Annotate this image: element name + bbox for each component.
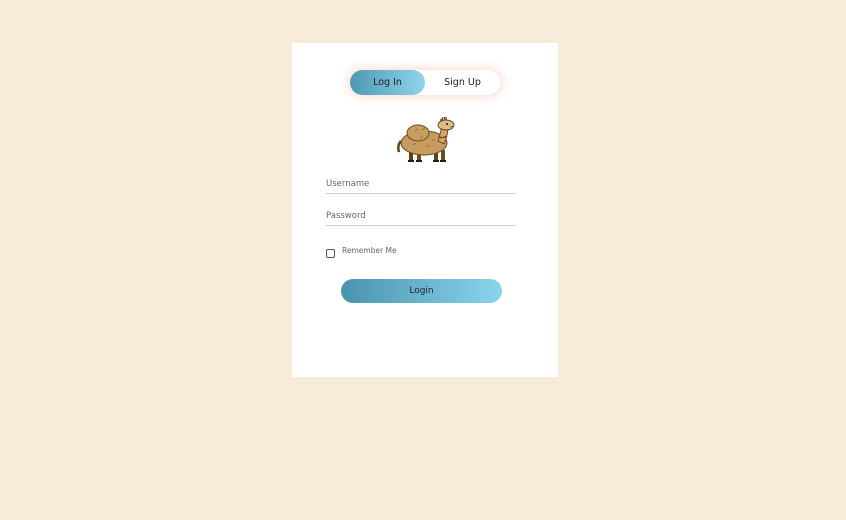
password-input[interactable]: [326, 206, 516, 226]
tab-log-in[interactable]: Log In: [350, 70, 425, 95]
login-button[interactable]: Login: [341, 279, 502, 303]
remember-me-label: Remember Me: [342, 246, 397, 255]
camel-mascot-icon: [397, 117, 455, 162]
username-input[interactable]: [326, 174, 516, 194]
login-card: Log In Sign Up Username Remember Me Logi…: [292, 43, 558, 377]
tab-sign-up[interactable]: Sign Up: [425, 70, 500, 95]
auth-tab-switcher: Log In Sign Up: [350, 70, 500, 95]
remember-me-checkbox[interactable]: [326, 249, 335, 258]
